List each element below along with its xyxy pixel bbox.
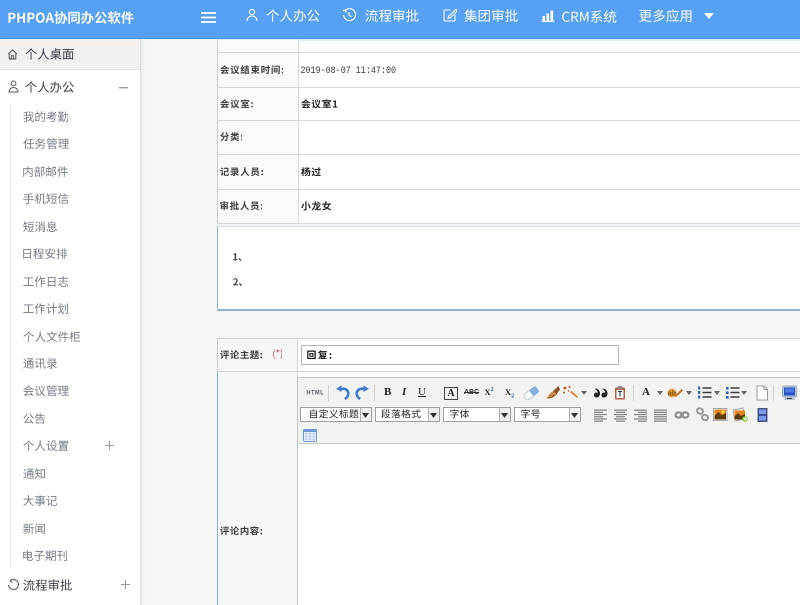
svg-text:ab: ab [668,391,676,398]
